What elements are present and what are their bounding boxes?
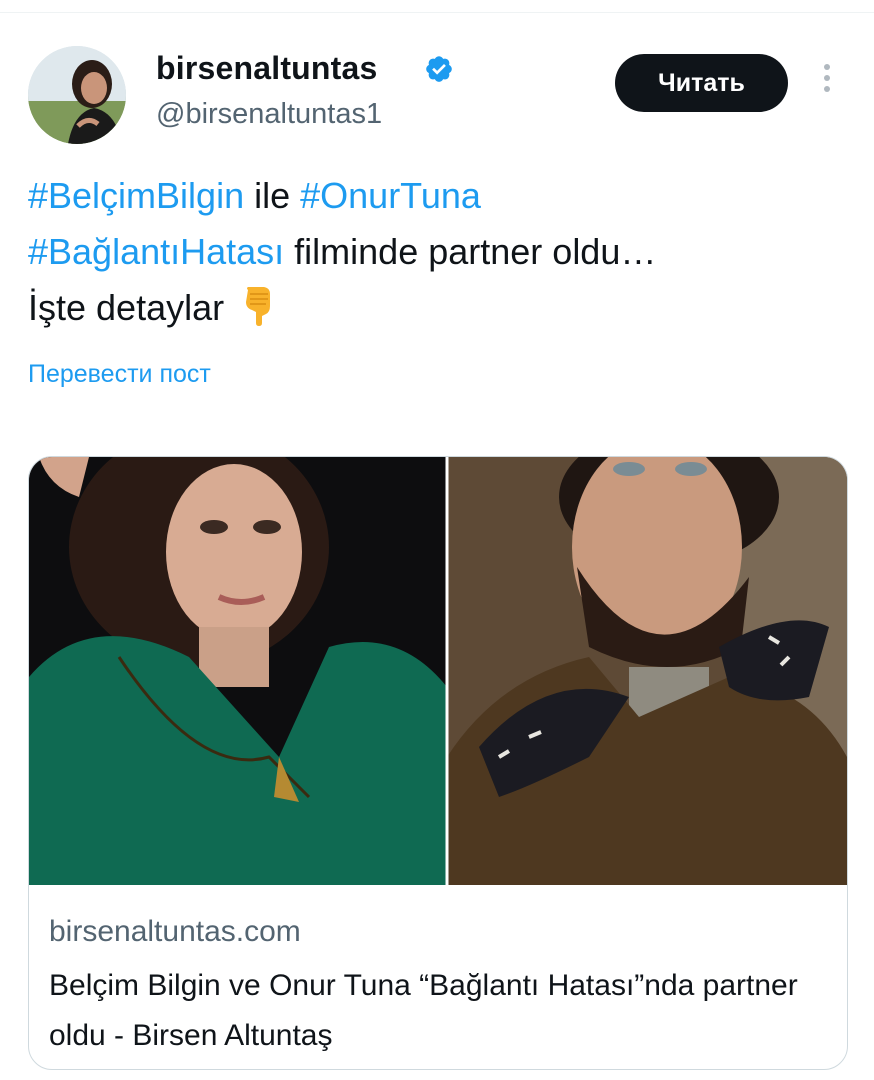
tweet-text-segment: ile [244,175,301,216]
pointing-down-hand-icon [246,287,271,326]
article-photo [29,457,847,885]
author-avatar[interactable] [28,46,126,144]
hashtag-baglantihatasi[interactable]: #BağlantıHatası [28,231,284,272]
hashtag-belcimbilgin[interactable]: #BelçimBilgin [28,175,244,216]
tweet-text: #BelçimBilgin ile #OnurTuna #BağlantıHat… [28,168,848,336]
link-card-domain: birsenaltuntas.com [49,915,301,948]
link-preview-card[interactable]: birsenaltuntas.com Belçim Bilgin ve Onur… [28,456,848,1070]
follow-button[interactable]: Читать [615,54,788,112]
verified-badge-icon [426,56,452,82]
translate-post-link[interactable]: Перевести пост [28,360,211,389]
tweet-text-segment: filminde partner oldu… [284,231,657,272]
tweet-text-segment: İşte detaylar [28,287,235,328]
hashtag-onurtuna[interactable]: #OnurTuna [300,175,481,216]
author-display-name[interactable]: birsenaltuntas [156,50,378,87]
author-handle[interactable]: @birsenaltuntas1 [156,98,382,131]
top-divider [0,12,874,13]
more-options-icon[interactable] [820,64,834,100]
link-card-title: Belçim Bilgin ve Onur Tuna “Bağlantı Hat… [49,969,798,1052]
